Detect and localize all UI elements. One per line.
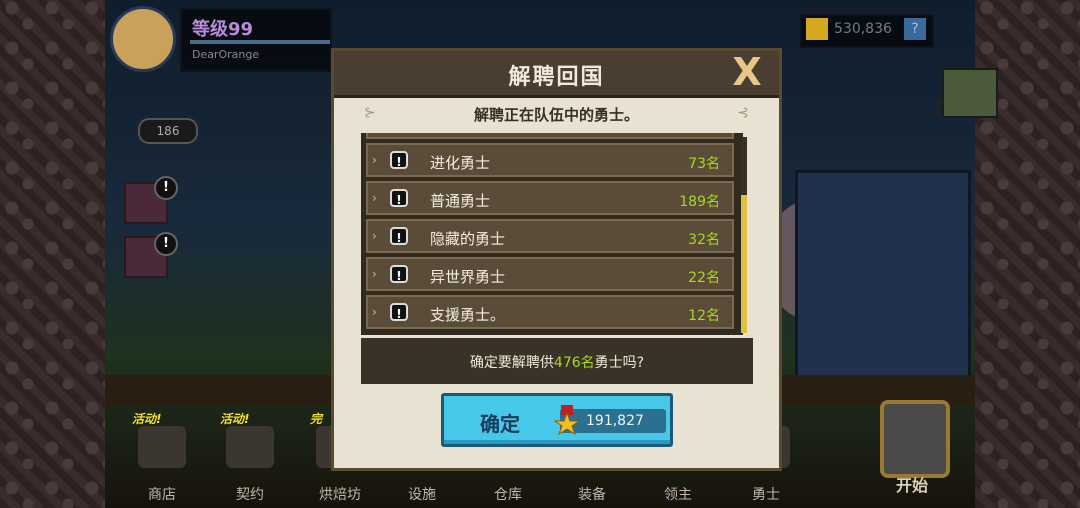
list-item-normal[interactable]: › ! 普通勇士 189名 xyxy=(366,181,734,215)
event-tag: 活动! xyxy=(132,412,162,426)
start-button[interactable]: 开始 xyxy=(852,394,972,498)
cost-display: 191,827 xyxy=(554,405,666,435)
row-name: 异世界勇士 xyxy=(430,268,506,286)
player-name: DearOrange xyxy=(192,48,260,61)
menu-label: 领主 xyxy=(664,487,692,503)
close-button[interactable]: X xyxy=(729,53,765,91)
question-icon: ? xyxy=(932,96,945,121)
notification-badge: ! xyxy=(154,232,178,256)
confirm-message: 确定要解聘供476名勇士吗? xyxy=(361,352,753,372)
ornament-right-icon: ⊰ xyxy=(737,105,749,121)
sword-emblem-icon xyxy=(880,400,950,478)
dialog-title: 解聘回国 xyxy=(508,65,605,90)
help-button[interactable]: ? xyxy=(904,18,926,40)
menu-label: 勇士 xyxy=(752,487,780,503)
row-count: 73名 xyxy=(688,156,720,172)
warning-icon: ! xyxy=(390,189,408,207)
row-count: 189名 xyxy=(679,194,720,210)
menu-label: 设施 xyxy=(408,487,436,503)
confirm-post: 勇士吗? xyxy=(594,355,645,371)
row-name: 进化勇士 xyxy=(430,154,491,172)
row-name: 隐藏的勇士 xyxy=(430,230,506,248)
player-level: 等级99 xyxy=(192,19,254,40)
row-name: 支援勇士。 xyxy=(430,306,506,324)
menu-contract[interactable]: 活动! 契约 xyxy=(214,412,286,503)
row-count: 32名 xyxy=(688,232,720,248)
dismiss-heroes-dialog: 解聘回国 X ⊱ 解聘正在队伍中的勇士。 ⊰ › ! 进化勇士 73名 › ! … xyxy=(331,48,782,471)
chevron-right-icon: › xyxy=(372,153,377,167)
warning-icon: ! xyxy=(390,265,408,283)
mail-count-badge[interactable]: 186 xyxy=(138,118,198,144)
row-count: 22名 xyxy=(688,270,720,286)
list-item-hidden[interactable]: › ! 隐藏的勇士 32名 xyxy=(366,219,734,253)
confirm-pre: 确定要解聘供 xyxy=(469,355,554,371)
menu-label: 契约 xyxy=(236,487,264,503)
confirm-button[interactable]: 确定 191,827 xyxy=(441,393,673,447)
list-item[interactable] xyxy=(366,133,734,139)
menu-label: 仓库 xyxy=(494,487,522,503)
chevron-right-icon: › xyxy=(372,267,377,281)
start-label: 开始 xyxy=(895,476,928,495)
star-currency-icon xyxy=(806,18,828,40)
list-item-evolved[interactable]: › ! 进化勇士 73名 xyxy=(366,143,734,177)
left-border-decoration xyxy=(0,0,105,508)
list-item-otherworld[interactable]: › ! 异世界勇士 22名 xyxy=(366,257,734,291)
scroll-thumb[interactable] xyxy=(741,195,747,333)
event-tag: 完 xyxy=(310,412,323,426)
medal-star-icon xyxy=(554,405,580,435)
chevron-right-icon: › xyxy=(372,229,377,243)
dialog-subtitle: 解聘正在队伍中的勇士。 xyxy=(473,106,639,124)
warning-icon: ! xyxy=(390,303,408,321)
menu-label: 装备 xyxy=(578,487,606,503)
menu-label: 烘焙坊 xyxy=(319,487,361,503)
avatar[interactable] xyxy=(110,6,176,72)
chevron-right-icon: › xyxy=(372,191,377,205)
list-item-support[interactable]: › ! 支援勇士。 12名 xyxy=(366,295,734,329)
currency-amount: 530,836 xyxy=(834,21,892,37)
chevron-right-icon: › xyxy=(372,305,377,319)
confirm-count: 476名 xyxy=(553,355,595,371)
list-scrollbar[interactable] xyxy=(741,137,747,333)
warning-icon: ! xyxy=(390,151,408,169)
menu-shop[interactable]: 活动! 商店 xyxy=(126,412,198,503)
dialog-header: 解聘回国 X xyxy=(334,51,779,98)
row-count: 12名 xyxy=(688,308,720,324)
notification-badge: ! xyxy=(154,176,178,200)
cost-amount: 191,827 xyxy=(586,413,644,429)
hero-category-list[interactable]: › ! 进化勇士 73名 › ! 普通勇士 189名 › ! 隐藏的勇士 32名… xyxy=(361,133,743,335)
shop-icon xyxy=(138,426,186,468)
contract-icon xyxy=(226,426,274,468)
confirm-message-bar: 确定要解聘供476名勇士吗? xyxy=(361,338,753,384)
menu-label: 商店 xyxy=(148,487,176,503)
event-tag: 活动! xyxy=(220,412,250,426)
guide-book-icon[interactable] xyxy=(942,68,998,118)
player-profile[interactable]: 等级99 DearOrange xyxy=(110,6,332,72)
exp-bar xyxy=(190,40,330,44)
row-name: 普通勇士 xyxy=(430,192,491,210)
warning-icon: ! xyxy=(390,227,408,245)
confirm-label: 确定 xyxy=(480,412,520,436)
